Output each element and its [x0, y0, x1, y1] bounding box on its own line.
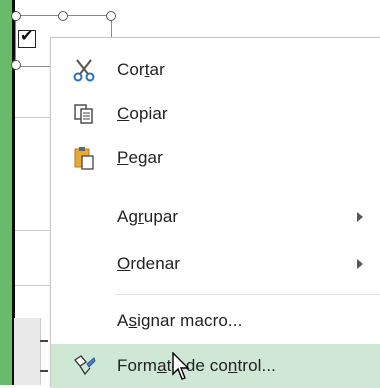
grid-line — [15, 285, 50, 286]
menu-item-label: Formato de control... — [117, 356, 276, 375]
menu-item-cut[interactable]: Cortar — [51, 48, 380, 92]
scroll-tick — [40, 370, 48, 372]
format-control-icon — [51, 344, 117, 388]
checkbox[interactable]: ✔ — [18, 26, 36, 48]
menu-item-group[interactable]: Agrupar — [51, 195, 380, 239]
resize-handle-top-right[interactable] — [106, 11, 116, 21]
scroll-tick — [40, 340, 48, 342]
row-scroll-strip[interactable] — [14, 318, 48, 385]
paste-icon — [51, 136, 117, 180]
context-menu: Cortar Copiar Pegar Agrupar Ordenar Asig… — [50, 37, 380, 388]
submenu-arrow-icon — [357, 212, 363, 222]
grid-line — [15, 117, 50, 118]
mouse-pointer-icon — [172, 351, 192, 387]
grid-line — [15, 230, 50, 231]
resize-handle-top[interactable] — [58, 11, 68, 21]
submenu-arrow-icon — [357, 259, 363, 269]
menu-item-assign-macro[interactable]: Asignar macro... — [51, 299, 380, 343]
menu-item-order[interactable]: Ordenar — [51, 242, 380, 286]
menu-item-label: Asignar macro... — [117, 311, 243, 330]
menu-item-label: Agrupar — [117, 207, 179, 226]
selected-column-edge — [0, 0, 12, 385]
menu-item-format-control[interactable]: Formato de control... — [51, 344, 380, 388]
copy-icon — [51, 92, 117, 136]
scissors-icon — [51, 48, 117, 92]
menu-item-label: Cortar — [117, 60, 165, 79]
menu-item-label: Copiar — [117, 104, 168, 123]
resize-handle-top-left[interactable] — [11, 11, 21, 21]
checkmark-icon: ✔ — [20, 26, 34, 45]
resize-handle-bottom-left[interactable] — [11, 60, 21, 70]
menu-item-paste[interactable]: Pegar — [51, 136, 380, 180]
menu-item-copy[interactable]: Copiar — [51, 92, 380, 136]
menu-item-label: Ordenar — [117, 254, 181, 273]
menu-separator — [115, 294, 380, 295]
menu-item-label: Pegar — [117, 148, 163, 167]
